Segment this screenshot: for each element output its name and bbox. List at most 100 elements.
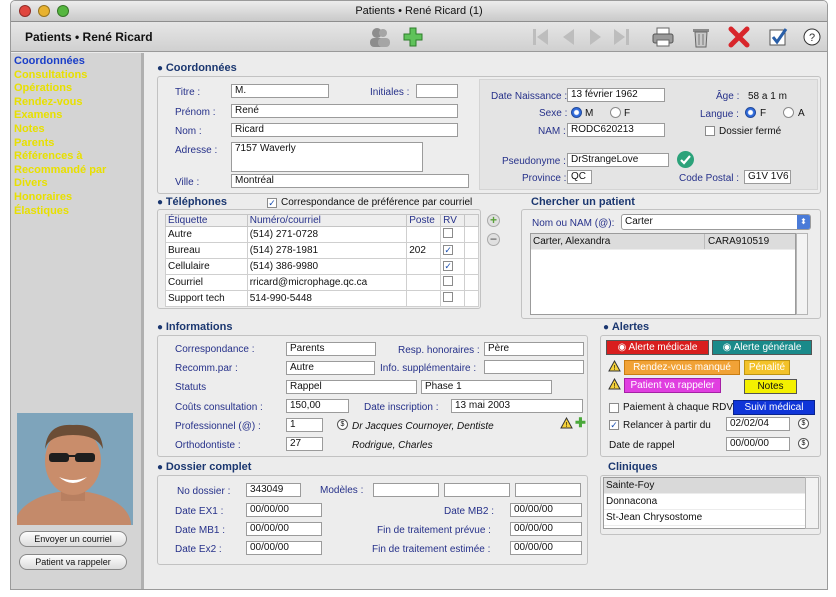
cancel-icon[interactable] bbox=[727, 25, 751, 49]
remove-phone-icon[interactable]: − bbox=[487, 233, 500, 246]
table-row[interactable]: Support tech 514-990-5448 bbox=[165, 290, 479, 307]
sidebar-item-operations[interactable]: Opérations bbox=[11, 82, 141, 96]
print-icon[interactable] bbox=[651, 25, 675, 49]
sidebar-item-consultations[interactable]: Consultations bbox=[11, 69, 141, 83]
phone-poste-cell[interactable] bbox=[406, 226, 442, 243]
rv-checkbox[interactable]: ✓ bbox=[443, 245, 454, 255]
sidebar-item-notes[interactable]: Notes bbox=[11, 123, 141, 137]
date-ex2-field[interactable]: 00/00/00 bbox=[246, 541, 322, 555]
rdv-manque-button[interactable]: Rendez-vous manqué bbox=[624, 360, 740, 375]
phone-number-cell[interactable]: 514-990-5448 bbox=[246, 290, 408, 307]
sidebar-item-recommande-par[interactable]: Recommandé par bbox=[11, 164, 141, 178]
phase-field[interactable]: Phase 1 bbox=[421, 380, 552, 394]
help-icon[interactable]: ? bbox=[800, 25, 824, 49]
statuts-field[interactable]: Rappel bbox=[286, 380, 417, 394]
table-row[interactable]: Cellulaire (514) 386-9980 ✓ bbox=[165, 258, 479, 275]
sidebar-item-elastiques[interactable]: Élastiques bbox=[11, 205, 141, 219]
list-item[interactable]: Donnacona bbox=[604, 494, 818, 510]
chevron-down-icon[interactable]: ⬍ bbox=[797, 215, 810, 229]
alerte-generale-button[interactable]: ◉ Alerte générale bbox=[712, 340, 812, 355]
dollar-info-icon[interactable]: $ bbox=[798, 418, 809, 429]
notes-button[interactable]: Notes bbox=[744, 379, 797, 394]
col-poste[interactable]: Poste bbox=[406, 214, 442, 227]
phone-label-cell[interactable]: Courriel bbox=[165, 274, 248, 291]
orthodontiste-id-field[interactable]: 27 bbox=[286, 437, 323, 451]
dossier-ferme-checkbox[interactable] bbox=[705, 126, 715, 136]
rv-cell[interactable] bbox=[440, 290, 466, 307]
sidebar-item-honoraires[interactable]: Honoraires bbox=[11, 191, 141, 205]
modeles-field-3[interactable] bbox=[515, 483, 581, 497]
phone-label-cell[interactable]: Cellulaire bbox=[165, 258, 248, 275]
nom-field[interactable]: Ricard bbox=[231, 123, 458, 137]
trash-icon[interactable] bbox=[689, 25, 713, 49]
table-row[interactable]: Bureau (514) 278-1981 202 ✓ bbox=[165, 242, 479, 259]
info-supplementaire-field[interactable] bbox=[484, 360, 584, 374]
correspondance-field[interactable]: Parents bbox=[286, 342, 376, 356]
rv-cell[interactable] bbox=[440, 274, 466, 291]
date-ex1-field[interactable]: 00/00/00 bbox=[246, 503, 322, 517]
search-combobox[interactable]: Carter ⬍ bbox=[621, 214, 811, 230]
col-rv[interactable]: RV bbox=[440, 214, 466, 227]
sexe-m-radio[interactable] bbox=[571, 107, 582, 118]
previous-record-icon[interactable] bbox=[557, 25, 581, 49]
date-rappel-field[interactable]: 00/00/00 bbox=[726, 437, 790, 451]
recommande-par-field[interactable]: Autre bbox=[286, 361, 375, 375]
phone-number-cell[interactable]: (514) 386-9980 bbox=[246, 258, 408, 275]
sexe-f-radio[interactable] bbox=[610, 107, 621, 118]
col-etiquette[interactable]: Étiquette bbox=[165, 214, 248, 227]
phone-number-cell[interactable]: (514) 278-1981 bbox=[246, 242, 408, 259]
rv-cell[interactable]: ✓ bbox=[440, 242, 466, 259]
patient-va-rappeler-button[interactable]: Patient va rappeler bbox=[624, 378, 721, 393]
no-dossier-field[interactable]: 343049 bbox=[246, 483, 301, 497]
phone-label-cell[interactable]: Autre bbox=[165, 226, 248, 243]
list-item[interactable]: St-Jean Chrysostome bbox=[604, 510, 818, 526]
phone-poste-cell[interactable]: 202 bbox=[406, 242, 442, 259]
relancer-date-field[interactable]: 02/02/04 bbox=[726, 417, 790, 431]
date-mb2-field[interactable]: 00/00/00 bbox=[510, 503, 582, 517]
send-email-button[interactable]: Envoyer un courriel bbox=[19, 531, 127, 547]
paiement-checkbox[interactable] bbox=[609, 403, 619, 413]
dollar-info-icon[interactable]: $ bbox=[337, 419, 348, 430]
phone-number-cell[interactable]: rricard@microphage.qc.ca bbox=[246, 274, 408, 291]
rv-checkbox[interactable] bbox=[443, 292, 454, 302]
phone-poste-cell[interactable] bbox=[406, 290, 442, 307]
sidebar-item-parents[interactable]: Parents bbox=[11, 137, 141, 151]
fin-estimee-field[interactable]: 00/00/00 bbox=[510, 541, 582, 555]
last-record-icon[interactable] bbox=[609, 25, 633, 49]
add-patient-icon[interactable] bbox=[401, 25, 425, 49]
warning-icon[interactable]: ! bbox=[560, 416, 573, 432]
dollar-info-icon[interactable]: $ bbox=[798, 438, 809, 449]
next-record-icon[interactable] bbox=[583, 25, 607, 49]
modeles-field-1[interactable] bbox=[373, 483, 439, 497]
penalite-button[interactable]: Pénalité bbox=[744, 360, 790, 375]
pref-courriel-checkbox[interactable]: ✓ bbox=[267, 198, 277, 208]
table-row[interactable]: Autre (514) 271-0728 bbox=[165, 226, 479, 243]
list-item[interactable]: Carter, Alexandra CARA910519 bbox=[531, 234, 795, 250]
phone-poste-cell[interactable] bbox=[406, 258, 442, 275]
date-naissance-field[interactable]: 13 février 1962 bbox=[567, 88, 665, 102]
relancer-checkbox[interactable]: ✓ bbox=[609, 420, 619, 430]
cliniques-scrollbar[interactable] bbox=[805, 477, 819, 529]
sidebar-item-divers[interactable]: Divers bbox=[11, 177, 141, 191]
sidebar-item-rendez-vous[interactable]: Rendez-vous bbox=[11, 96, 141, 110]
phone-number-cell[interactable]: (514) 271-0728 bbox=[246, 226, 408, 243]
adresse-field[interactable]: 7157 Waverly bbox=[231, 142, 423, 172]
first-record-icon[interactable] bbox=[529, 25, 553, 49]
professionnel-id-field[interactable]: 1 bbox=[286, 418, 323, 432]
pseudonyme-verified-icon[interactable] bbox=[677, 151, 694, 168]
results-scrollbar[interactable] bbox=[796, 233, 808, 315]
patients-icon[interactable] bbox=[368, 25, 392, 49]
couts-consultation-field[interactable]: 150,00 bbox=[286, 399, 349, 413]
sidebar-item-references[interactable]: Références à bbox=[11, 150, 141, 164]
initiales-field[interactable] bbox=[416, 84, 458, 98]
pseudonyme-field[interactable]: DrStrangeLove bbox=[567, 153, 669, 167]
add-professional-icon[interactable]: ✚ bbox=[575, 416, 586, 429]
validate-icon[interactable] bbox=[767, 25, 791, 49]
sidebar-item-coordonnees[interactable]: Coordonnées bbox=[11, 55, 141, 69]
suivi-medical-button[interactable]: Suivi médical bbox=[733, 400, 815, 415]
province-field[interactable]: QC bbox=[567, 170, 592, 184]
resp-honoraires-field[interactable]: Père bbox=[484, 342, 584, 356]
code-postal-field[interactable]: G1V 1V6 bbox=[744, 170, 791, 184]
rv-cell[interactable]: ✓ bbox=[440, 258, 466, 275]
rv-checkbox[interactable]: ✓ bbox=[443, 261, 454, 271]
